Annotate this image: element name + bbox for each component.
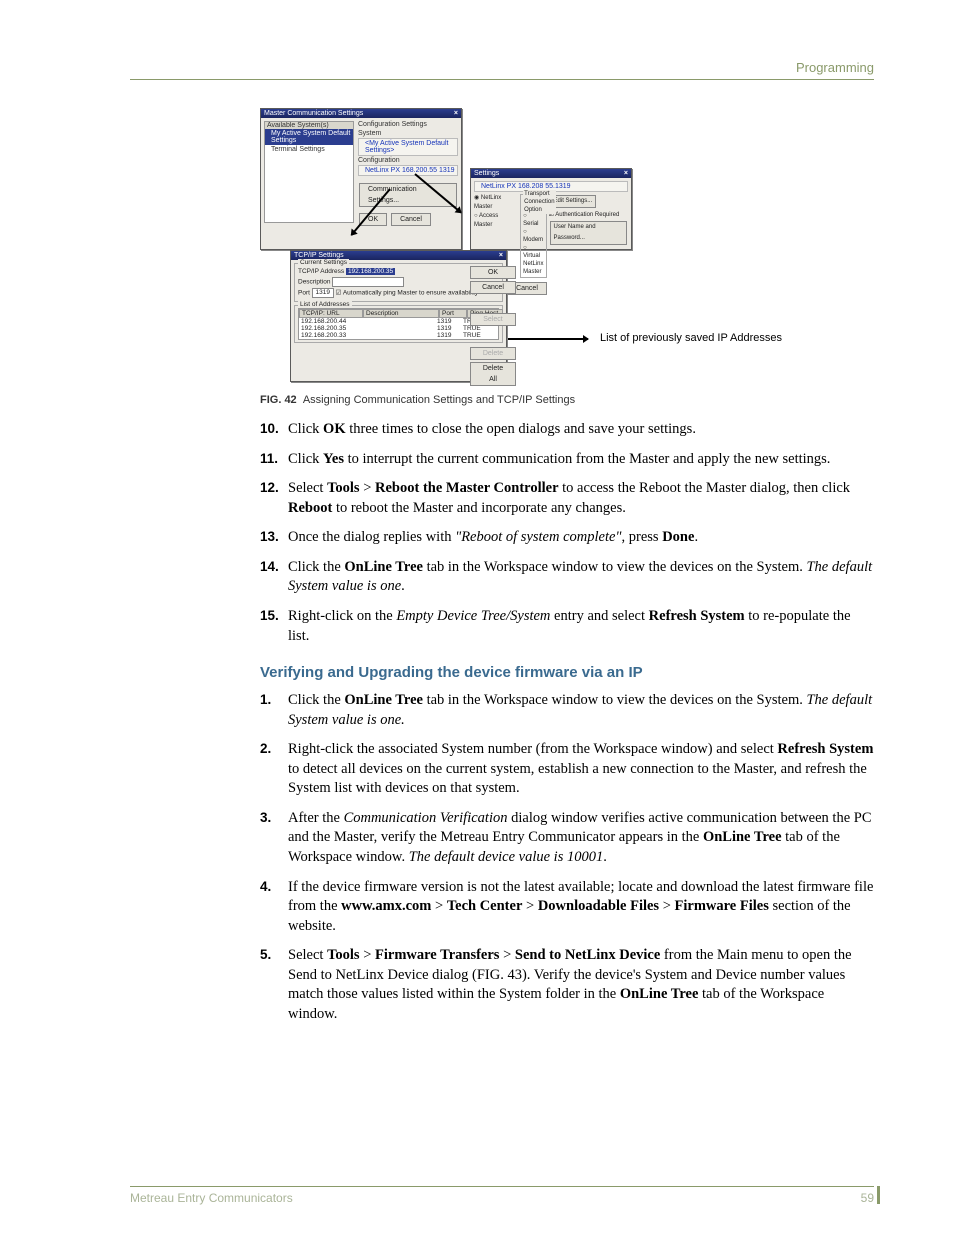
step-item: 12.Select Tools > Reboot the Master Cont…: [260, 479, 874, 518]
step-number: 15.: [260, 607, 288, 646]
step-number: 10.: [260, 420, 288, 440]
transport-group-label: Transport Connection Option: [523, 190, 555, 214]
system-link[interactable]: <My Active System Default Settings>: [358, 138, 458, 156]
arrow-icon: [508, 338, 588, 340]
cancel-button[interactable]: Cancel: [391, 213, 431, 226]
running-header: Programming: [130, 60, 874, 80]
step-text: Click Yes to interrupt the current commu…: [288, 450, 874, 470]
edit-settings-button[interactable]: Edit Settings...: [550, 195, 597, 208]
col-port[interactable]: Port: [439, 309, 467, 318]
tcpip-settings-window: TCP/IP Settings × Current Settings TCP/I…: [290, 250, 507, 382]
list-addresses-label: List of Addresses: [298, 301, 352, 308]
step-item: 10.Click OK three times to close the ope…: [260, 420, 874, 440]
tree-item-active-system[interactable]: My Active System Default Settings: [265, 129, 353, 145]
figure-42: Master Communication Settings × Availabl…: [260, 108, 874, 388]
tree-item-terminal[interactable]: Terminal Settings: [265, 145, 353, 154]
available-systems-label: Available System(s): [265, 122, 353, 129]
step-text: After the Communication Verification dia…: [288, 809, 874, 868]
radio-virtual[interactable]: ○ Virtual NetLinx Master: [523, 244, 543, 276]
config-settings-label: Configuration Settings: [358, 121, 458, 128]
close-icon[interactable]: ×: [454, 110, 458, 117]
col-desc[interactable]: Description: [363, 309, 439, 318]
step-item: 1.Click the OnLine Tree tab in the Works…: [260, 691, 874, 730]
delete-button[interactable]: Delete: [470, 347, 516, 360]
titlebar: Master Communication Settings ×: [261, 109, 461, 118]
radio-netlinx-master[interactable]: ◉ NetLinx Master: [474, 194, 518, 212]
step-item: 3.After the Communication Verification d…: [260, 809, 874, 868]
step-text: Right-click the associated System number…: [288, 740, 874, 799]
step-item: 11.Click Yes to interrupt the current co…: [260, 450, 874, 470]
description-field[interactable]: [332, 277, 404, 287]
port-label: Port: [298, 290, 310, 297]
step-item: 2.Right-click the associated System numb…: [260, 740, 874, 799]
step-text: Once the dialog replies with "Reboot of …: [288, 528, 874, 548]
radio-access-master[interactable]: ○ Access Master: [474, 212, 518, 230]
tcpip-address-label: TCP/IP Address: [298, 268, 344, 275]
step-text: Click the OnLine Tree tab in the Workspa…: [288, 691, 874, 730]
description-label: Description: [298, 279, 331, 286]
step-number: 2.: [260, 740, 288, 799]
step-number: 13.: [260, 528, 288, 548]
figure-number: FIG. 42: [260, 394, 297, 406]
delete-all-button[interactable]: Delete All: [470, 362, 516, 386]
steps-list-a: 10.Click OK three times to close the ope…: [260, 420, 874, 646]
col-url[interactable]: TCP/IP: URL: [299, 309, 363, 318]
cancel-button[interactable]: Cancel: [470, 281, 516, 294]
current-settings-label: Current Settings: [298, 259, 349, 266]
step-item: 5.Select Tools > Firmware Transfers > Se…: [260, 946, 874, 1024]
step-text: Click the OnLine Tree tab in the Workspa…: [288, 558, 874, 597]
settings-window: Settings × NetLinx PX 168.208 55.1319 ◉ …: [470, 168, 632, 250]
step-text: Click OK three times to close the open d…: [288, 420, 874, 440]
auth-required-checkbox[interactable]: ☑ Authentication Required: [549, 211, 628, 220]
tcpip-address-field[interactable]: 192.168.200.35: [346, 268, 395, 275]
auto-ping-checkbox[interactable]: ☑ Automatically ping Master to ensure av…: [336, 290, 478, 297]
step-number: 5.: [260, 946, 288, 1024]
step-item: 15.Right-click on the Empty Device Tree/…: [260, 607, 874, 646]
step-number: 14.: [260, 558, 288, 597]
page-number: 59: [861, 1191, 874, 1205]
step-number: 3.: [260, 809, 288, 868]
config-link[interactable]: NetLinx PX 168.200.55 1319: [358, 165, 458, 176]
window-title: TCP/IP Settings: [294, 252, 344, 259]
port-field[interactable]: 1319: [312, 288, 334, 298]
step-item: 14.Click the OnLine Tree tab in the Work…: [260, 558, 874, 597]
radio-modem[interactable]: ○ Modem: [523, 228, 543, 244]
radio-serial[interactable]: ○ Serial: [523, 212, 543, 228]
ok-button[interactable]: OK: [470, 266, 516, 279]
master-comm-settings-window: Master Communication Settings × Availabl…: [260, 108, 462, 250]
step-text: Select Tools > Firmware Transfers > Send…: [288, 946, 874, 1024]
step-item: 4.If the device firmware version is not …: [260, 878, 874, 937]
step-text: Right-click on the Empty Device Tree/Sys…: [288, 607, 874, 646]
system-label: System: [358, 130, 458, 137]
step-number: 1.: [260, 691, 288, 730]
footer-title: Metreau Entry Communicators: [130, 1191, 293, 1205]
step-number: 11.: [260, 450, 288, 470]
username-password-button[interactable]: User Name and Password...: [550, 221, 627, 245]
configuration-label: Configuration: [358, 157, 458, 164]
footer-accent: [877, 1186, 880, 1204]
ip-list-callout: List of previously saved IP Addresses: [600, 332, 782, 344]
close-icon[interactable]: ×: [499, 252, 503, 259]
titlebar: Settings ×: [471, 169, 631, 178]
section-heading: Verifying and Upgrading the device firmw…: [260, 664, 874, 681]
figure-caption: FIG. 42 Assigning Communication Settings…: [260, 394, 874, 406]
window-title: Settings: [474, 170, 499, 177]
steps-list-b: 1.Click the OnLine Tree tab in the Works…: [260, 691, 874, 1024]
step-number: 12.: [260, 479, 288, 518]
close-icon[interactable]: ×: [624, 170, 628, 177]
page-footer: Metreau Entry Communicators 59: [130, 1186, 874, 1205]
step-text: Select Tools > Reboot the Master Control…: [288, 479, 874, 518]
step-number: 4.: [260, 878, 288, 937]
window-title: Master Communication Settings: [264, 110, 363, 117]
step-item: 13.Once the dialog replies with "Reboot …: [260, 528, 874, 548]
select-button[interactable]: Select: [470, 313, 516, 326]
step-text: If the device firmware version is not th…: [288, 878, 874, 937]
